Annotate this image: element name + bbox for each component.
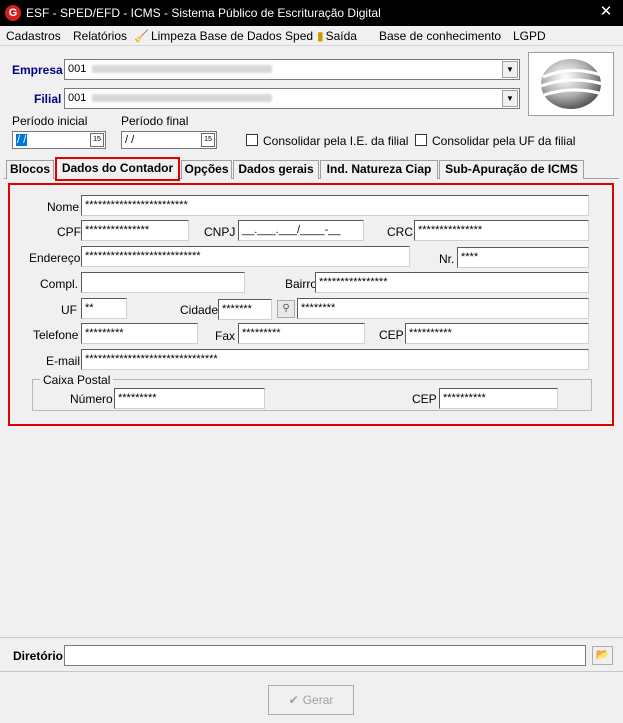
cep-input[interactable]: ********** [405,323,589,344]
endereco-label: Endereço [29,251,81,265]
filial-select[interactable]: 001 ▼ [64,88,520,109]
folder-icon[interactable]: 📂 [592,646,613,665]
tab-dados-do-contador[interactable]: Dados do Contador [55,157,180,181]
bairro-input[interactable]: **************** [315,272,589,293]
menu-base-conhecimento[interactable]: Base de conhecimento [379,29,501,43]
periodo-inicial-value: / / [16,134,28,146]
filial-name-redacted [92,94,273,103]
sped-logo [528,52,614,116]
diretorio-label: Diretório [13,649,64,663]
uf-label: UF [61,303,77,317]
menu-saida-label: Saída [325,29,357,43]
gerar-button[interactable]: ✔ Gerar [268,685,354,715]
menu-bar: Cadastros Relatórios 🧹 Limpeza Base de Da… [0,26,623,46]
calendar-icon[interactable]: 15 [201,133,215,147]
consolidar-uf-label: Consolidar pela UF da filial [432,134,576,148]
cnpj-input[interactable]: __.___.___/____-__ [238,220,364,241]
crc-input[interactable]: *************** [414,220,589,241]
app-logo-icon: G [5,5,21,21]
periodo-final-value: / / [125,134,135,146]
caixa-postal-cep-label: CEP [412,392,437,406]
filial-code: 001 [68,92,87,104]
menu-limpeza-label: Limpeza Base de Dados Sped [150,29,314,43]
uf-input[interactable]: ** [81,298,127,319]
menu-saida[interactable]: ▮ Saída [317,29,357,43]
tab-dados-gerais[interactable]: Dados gerais [233,160,319,179]
menu-relatorios[interactable]: Relatórios [73,29,127,43]
consolidar-ie-label: Consolidar pela I.E. da filial [263,134,409,148]
tab-sub-apuracao-icms[interactable]: Sub-Apuração de ICMS [439,160,584,179]
consolidar-ie-checkbox[interactable] [246,134,258,146]
fax-label: Fax [215,329,236,343]
endereco-input[interactable]: *************************** [81,246,410,267]
consolidar-uf-checkbox[interactable] [415,134,427,146]
menu-cadastros[interactable]: Cadastros [6,29,61,43]
chevron-down-icon[interactable]: ▼ [502,61,518,78]
cpf-input[interactable]: *************** [81,220,189,241]
periodo-final-label: Período final [121,114,189,128]
telefone-label: Telefone [33,328,79,342]
tab-blocos[interactable]: Blocos [6,160,54,179]
empresa-code: 001 [68,63,87,75]
crc-label: CRC [387,225,413,239]
tab-opcoes[interactable]: Opções [181,160,232,179]
sped-globe-icon [540,59,604,109]
numero-input[interactable]: ********* [114,388,265,409]
caixa-postal-label: Caixa Postal [40,373,114,387]
menu-limpeza[interactable]: 🧹 Limpeza Base de Dados Sped [134,29,313,43]
compl-label: Compl. [40,277,79,291]
compl-input[interactable] [81,272,245,293]
numero-label: Número [70,392,113,406]
cep-label: CEP [379,328,404,342]
filial-label: Filial [34,92,62,106]
periodo-inicial-input[interactable]: / / 15 [12,131,106,149]
binoculars-icon[interactable]: ⚲ [277,300,295,318]
nr-label: Nr. [439,252,455,266]
cidade-code-input[interactable]: ******* [218,299,272,320]
cidade-name-input[interactable]: ******** [297,298,589,319]
empresa-name-redacted [92,65,273,74]
menu-lgpd[interactable]: LGPD [513,29,546,43]
nome-label: Nome [47,200,80,214]
footer-separator-2 [0,671,623,672]
window-title: ESF - SPED/EFD - ICMS - Sistema Público … [26,6,381,20]
close-icon[interactable]: ✕ [597,3,615,21]
tab-ind-natureza-ciap[interactable]: Ind. Natureza Ciap [320,160,438,179]
empresa-label: Empresa [12,63,63,77]
calendar-icon[interactable]: 15 [90,133,104,147]
cpf-label: CPF [57,225,81,239]
email-label: E-mail [46,354,81,368]
empresa-select[interactable]: 001 ▼ [64,59,520,80]
telefone-input[interactable]: ********* [81,323,198,344]
broom-icon: 🧹 [134,29,149,43]
periodo-inicial-label: Período inicial [12,114,88,128]
caixa-postal-cep-input[interactable]: ********** [439,388,558,409]
title-bar: G ESF - SPED/EFD - ICMS - Sistema Públic… [0,0,623,26]
cidade-label: Cidade [180,303,219,317]
cnpj-label: CNPJ [204,225,236,239]
diretorio-input[interactable] [64,645,586,666]
check-icon: ✔ [288,693,299,707]
bairro-label: Bairro [285,277,318,291]
nome-input[interactable]: ************************ [81,195,589,216]
exit-door-icon: ▮ [317,29,324,43]
fax-input[interactable]: ********* [238,323,365,344]
chevron-down-icon[interactable]: ▼ [502,90,518,107]
email-input[interactable]: ******************************* [81,349,589,370]
footer-separator [0,637,623,638]
nr-input[interactable]: **** [457,247,589,268]
periodo-final-input[interactable]: / / 15 [121,131,217,149]
gerar-label: Gerar [302,693,334,707]
